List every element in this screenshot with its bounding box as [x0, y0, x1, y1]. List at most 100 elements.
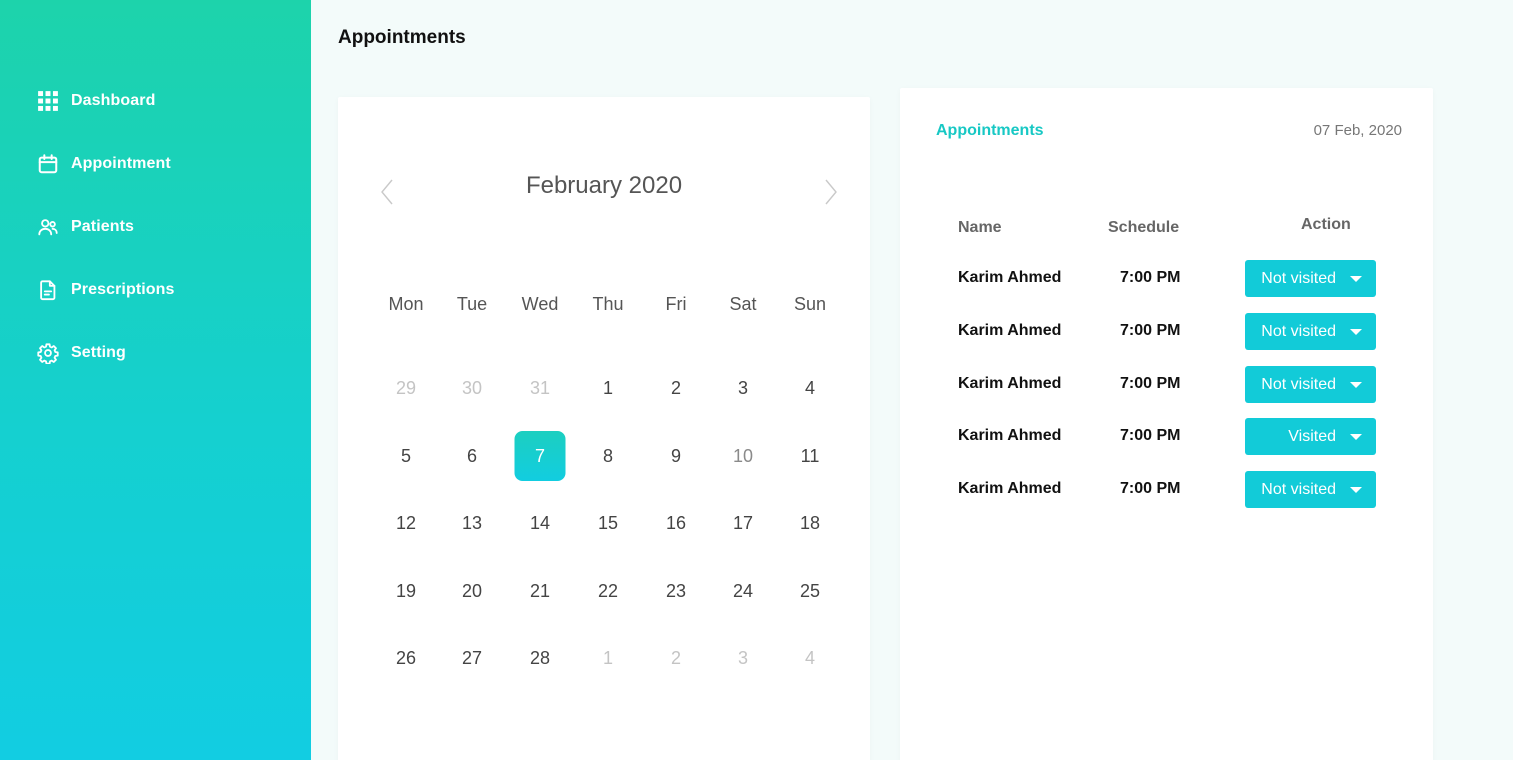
patient-name: Karim Ahmed — [958, 269, 1062, 286]
calendar-card: February 2020 Mon Tue Wed Thu Fri Sat Sun 29 30… — [338, 97, 870, 760]
calendar-weekday: Wed — [521, 294, 559, 314]
table-row: Karim Ahmed 7:00 PM Not visited — [900, 260, 1433, 297]
calendar-day[interactable]: 17 — [713, 498, 773, 548]
calendar-day[interactable]: 2 — [646, 633, 706, 683]
patient-name: Karim Ahmed — [958, 375, 1062, 392]
sidebar-item-label: Setting — [71, 344, 126, 361]
schedule-time: 7:00 PM — [1120, 480, 1181, 497]
calendar-day[interactable]: 3 — [713, 633, 773, 683]
calendar-day[interactable]: 22 — [578, 566, 638, 616]
page-title: Appointments — [338, 27, 466, 48]
calendar-day[interactable]: 9 — [646, 431, 706, 481]
sidebar-item-label: Patients — [71, 218, 135, 235]
status-dropdown[interactable]: Not visited — [1245, 471, 1376, 508]
calendar-day[interactable]: 4 — [780, 633, 840, 683]
sidebar-item-appointment[interactable]: Appointment — [36, 151, 175, 177]
sidebar-item-patients[interactable]: Patients — [36, 214, 175, 240]
schedule-time: 7:00 PM — [1120, 427, 1181, 444]
calendar-day[interactable]: 19 — [376, 566, 436, 616]
appointments-card: Appointments 07 Feb, 2020 Name Schedule … — [900, 88, 1433, 760]
status-dropdown-label: Not visited — [1261, 322, 1336, 340]
calendar-day[interactable]: 4 — [780, 363, 840, 413]
calendar-day[interactable]: 8 — [578, 431, 638, 481]
calendar-day[interactable]: 25 — [780, 566, 840, 616]
users-icon — [36, 215, 60, 239]
patient-name: Karim Ahmed — [958, 480, 1062, 497]
chevron-right-icon — [825, 179, 837, 205]
sidebar-item-label: Appointment — [71, 155, 171, 172]
caret-down-icon — [1350, 329, 1362, 335]
status-dropdown-label: Not visited — [1261, 480, 1336, 498]
column-header-action: Action — [1301, 216, 1351, 233]
appointments-card-title: Appointments — [936, 122, 1044, 139]
calendar-weekday: Sun — [793, 294, 827, 314]
gear-icon — [36, 341, 60, 365]
next-month-button[interactable] — [819, 175, 843, 209]
caret-down-icon — [1350, 276, 1362, 282]
calendar-day[interactable]: 20 — [442, 566, 502, 616]
calendar-day[interactable]: 6 — [442, 431, 502, 481]
calendar-day[interactable]: 27 — [442, 633, 502, 683]
calendar-day[interactable]: 18 — [780, 498, 840, 548]
status-dropdown-label: Not visited — [1261, 269, 1336, 287]
calendar-day[interactable]: 2 — [646, 363, 706, 413]
calendar-day-selected[interactable]: 7 — [514, 431, 566, 481]
calendar-day[interactable]: 26 — [376, 633, 436, 683]
calendar-day[interactable]: 23 — [646, 566, 706, 616]
status-dropdown[interactable]: Visited — [1245, 418, 1376, 455]
schedule-time: 7:00 PM — [1120, 322, 1181, 339]
calendar-day[interactable]: 30 — [442, 363, 502, 413]
grid-icon — [36, 89, 60, 113]
caret-down-icon — [1350, 382, 1362, 388]
sidebar-nav: Dashboard Appointment Patients Prescript… — [36, 88, 175, 403]
calendar-day[interactable]: 1 — [578, 363, 638, 413]
calendar-weekday: Thu — [592, 294, 624, 314]
sidebar-item-label: Prescriptions — [71, 281, 175, 298]
sidebar-item-setting[interactable]: Setting — [36, 340, 175, 366]
status-dropdown[interactable]: Not visited — [1245, 313, 1376, 350]
schedule-time: 7:00 PM — [1120, 269, 1181, 286]
status-dropdown-label: Visited — [1288, 427, 1336, 445]
column-header-schedule: Schedule — [1108, 219, 1180, 236]
patient-name: Karim Ahmed — [958, 427, 1062, 444]
calendar-month-label: February 2020 — [525, 172, 683, 199]
calendar-day[interactable]: 11 — [780, 431, 840, 481]
patient-name: Karim Ahmed — [958, 322, 1062, 339]
calendar-weekday: Mon — [388, 294, 424, 314]
table-row: Karim Ahmed 7:00 PM Not visited — [900, 313, 1433, 350]
calendar-day[interactable]: 3 — [713, 363, 773, 413]
sidebar-item-label: Dashboard — [71, 92, 156, 109]
schedule-time: 7:00 PM — [1120, 375, 1181, 392]
calendar-day[interactable]: 31 — [510, 363, 570, 413]
calendar-day[interactable]: 21 — [510, 566, 570, 616]
column-header-name: Name — [958, 219, 1002, 236]
table-row: Karim Ahmed 7:00 PM Visited — [900, 418, 1433, 455]
status-dropdown[interactable]: Not visited — [1245, 366, 1376, 403]
status-dropdown-label: Not visited — [1261, 375, 1336, 393]
calendar-day[interactable]: 29 — [376, 363, 436, 413]
calendar-day[interactable]: 5 — [376, 431, 436, 481]
sidebar: Dashboard Appointment Patients Prescript… — [0, 0, 311, 760]
sidebar-item-dashboard[interactable]: Dashboard — [36, 88, 175, 114]
calendar-day[interactable]: 13 — [442, 498, 502, 548]
caret-down-icon — [1350, 487, 1362, 493]
calendar-icon — [36, 152, 60, 176]
appointments-date: 07 Feb, 2020 — [1313, 122, 1402, 139]
calendar-day[interactable]: 12 — [376, 498, 436, 548]
calendar-day[interactable]: 28 — [510, 633, 570, 683]
calendar-day[interactable]: 16 — [646, 498, 706, 548]
calendar-weekday: Sat — [729, 294, 757, 314]
calendar-weekday: Fri — [665, 294, 687, 314]
document-icon — [36, 278, 60, 302]
calendar-day[interactable]: 10 — [713, 431, 773, 481]
calendar-day[interactable]: 1 — [578, 633, 638, 683]
calendar-day[interactable]: 14 — [510, 498, 570, 548]
table-row: Karim Ahmed 7:00 PM Not visited — [900, 471, 1433, 508]
table-row: Karim Ahmed 7:00 PM Not visited — [900, 366, 1433, 403]
calendar-weekday: Tue — [456, 294, 488, 314]
calendar-day[interactable]: 15 — [578, 498, 638, 548]
status-dropdown[interactable]: Not visited — [1245, 260, 1376, 297]
sidebar-item-prescriptions[interactable]: Prescriptions — [36, 277, 175, 303]
caret-down-icon — [1350, 434, 1362, 440]
calendar-day[interactable]: 24 — [713, 566, 773, 616]
